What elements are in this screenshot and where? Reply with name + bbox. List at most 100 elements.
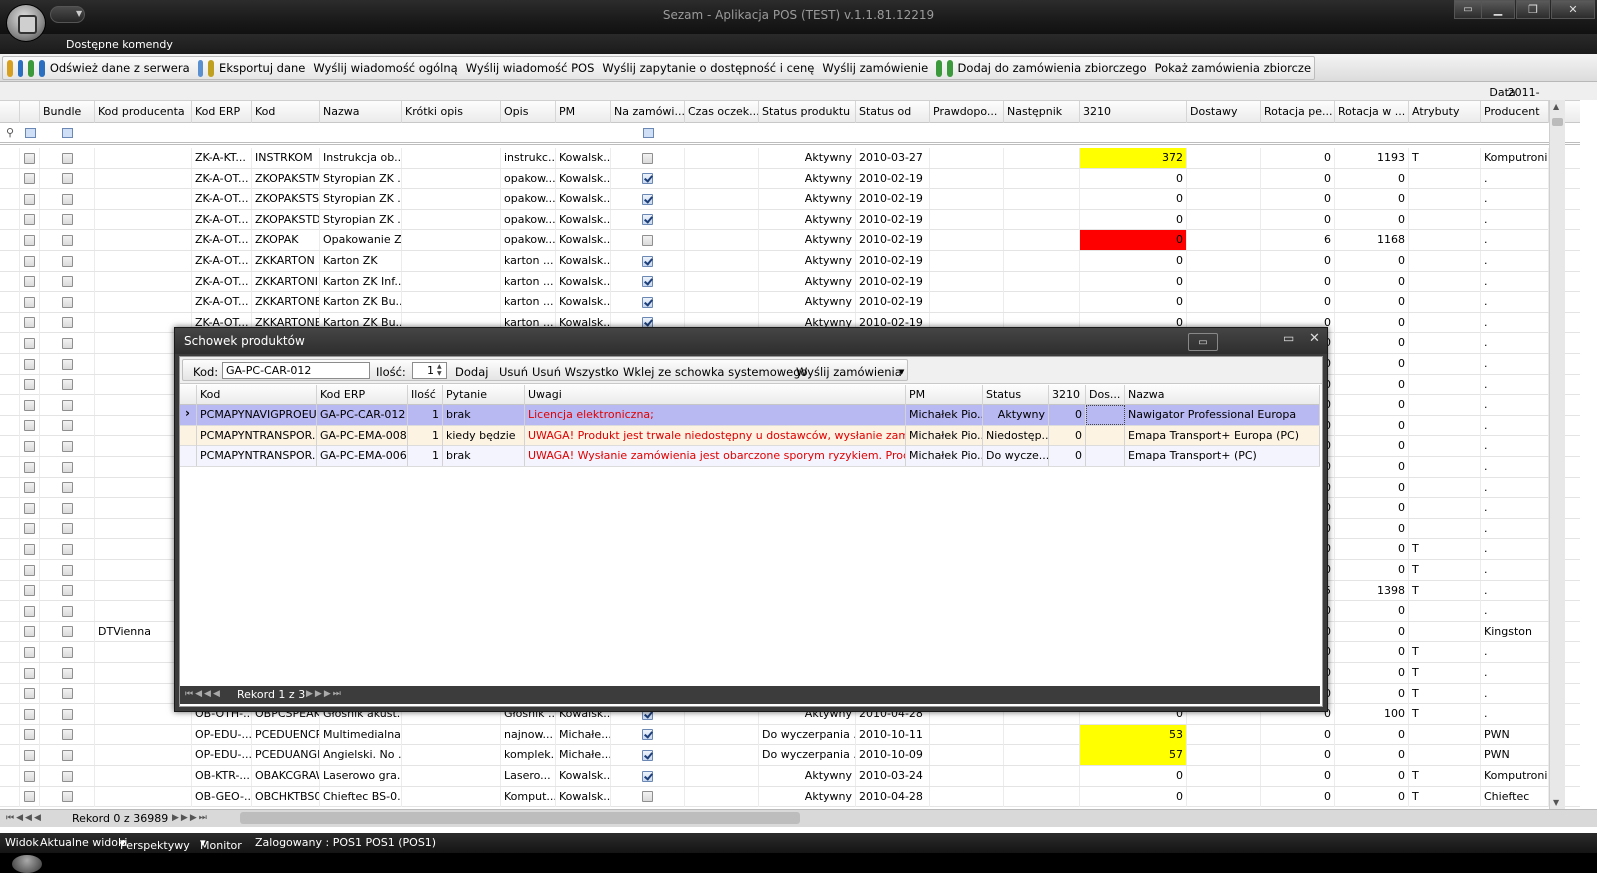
- filter-checkbox-icon[interactable]: [643, 128, 654, 138]
- checkbox[interactable]: [23, 420, 35, 432]
- grid-header-cell[interactable]: Atrybuty: [1409, 101, 1481, 123]
- clipboard-header-cell[interactable]: 3210: [1049, 385, 1086, 405]
- table-row[interactable]: OP-EDU-...PCEDUENCPWMultimedialna... najn…: [0, 724, 1580, 746]
- table-row[interactable]: ZK-A-OT... ZKOPAKSTD Styropian ZK ... opako…: [0, 209, 1580, 231]
- checkbox[interactable]: [61, 523, 73, 535]
- checkbox[interactable]: [61, 152, 73, 164]
- horizontal-scrollbar[interactable]: [240, 812, 800, 824]
- checkbox[interactable]: [23, 358, 35, 370]
- spin-icon[interactable]: ▲ ▼: [437, 363, 442, 377]
- na-zamowienie-checkbox[interactable]: [642, 152, 653, 164]
- grid-header-cell[interactable]: Kod ERP: [192, 101, 252, 123]
- grid-icon[interactable]: [208, 59, 215, 77]
- checkbox[interactable]: [23, 234, 35, 246]
- dialog-nav-first-prev-icons[interactable]: ⏮◀◀◀: [185, 689, 222, 699]
- checkbox[interactable]: [61, 276, 73, 288]
- grid-header-cell[interactable]: Rotacja w ...: [1335, 101, 1409, 123]
- wyslij-zamowienia-button[interactable]: Wyślij zamówienia: [796, 365, 902, 379]
- grid-header-cell[interactable]: PM: [556, 101, 611, 123]
- clipboard-header-cell[interactable]: Pytanie: [443, 385, 525, 405]
- grid-header-cell[interactable]: Status od: [856, 101, 930, 123]
- checkbox[interactable]: [23, 152, 35, 164]
- grid-header-cell[interactable]: Rotacja pe...: [1261, 101, 1335, 123]
- checkbox[interactable]: [23, 214, 35, 226]
- table-row[interactable]: OP-EDU-...PCEDUANGNCAngielski. No ... kom…: [0, 745, 1580, 766]
- checkbox[interactable]: [61, 214, 73, 226]
- table-row[interactable]: OB-GEO-...OBCHKTBS02BChieftec BS-0... Kom…: [0, 786, 1580, 808]
- grid-header-cell[interactable]: Nazwa: [320, 101, 402, 123]
- toolbar-button-1[interactable]: Eksportuj dane: [219, 61, 305, 75]
- checkbox[interactable]: [23, 564, 35, 576]
- grid-header-cell[interactable]: Status produktu: [759, 101, 856, 123]
- clipboard-header-cell[interactable]: Dos...: [1086, 385, 1125, 405]
- checkbox[interactable]: [61, 440, 73, 452]
- checkbox[interactable]: [23, 729, 35, 741]
- checkbox[interactable]: [61, 688, 73, 700]
- minimize-button[interactable]: ▁: [1481, 0, 1515, 19]
- na-zamowienie-checkbox[interactable]: [642, 729, 653, 741]
- layout-icon[interactable]: ▭: [1454, 0, 1482, 19]
- checkbox[interactable]: [23, 523, 35, 535]
- toolbar-button-7[interactable]: Pokaż zamówienia zbiorcze: [1155, 61, 1311, 75]
- checkbox[interactable]: [23, 646, 35, 658]
- tree-icon[interactable]: [28, 59, 35, 77]
- tab-dostepne-komendy[interactable]: Dostępne komendy: [66, 38, 173, 51]
- grid-header-cell[interactable]: [20, 101, 40, 123]
- user-icon[interactable]: [39, 59, 45, 77]
- checkbox[interactable]: [23, 688, 35, 700]
- checkbox[interactable]: [61, 564, 73, 576]
- grid-header-cell[interactable]: Prawdopo...: [930, 101, 1004, 123]
- na-zamowienie-checkbox[interactable]: [642, 791, 653, 803]
- table-row[interactable]: ZK-A-OT... ZKOPAK Opakowanie ZK opakow... Ko…: [0, 230, 1580, 251]
- na-zamowienie-checkbox[interactable]: [642, 255, 653, 267]
- toolbar-button-0[interactable]: Odśwież dane z serwera: [50, 61, 190, 75]
- checkbox[interactable]: [23, 337, 35, 349]
- status-widok[interactable]: Widok: [5, 836, 39, 849]
- checkbox[interactable]: [61, 317, 73, 329]
- checkbox[interactable]: [61, 234, 73, 246]
- checkbox[interactable]: [23, 605, 35, 617]
- clipboard-header-cell[interactable]: Kod ERP: [317, 385, 408, 405]
- checkbox[interactable]: [23, 379, 35, 391]
- toolbar-button-2[interactable]: Wyślij wiadomość ogólną: [313, 61, 457, 75]
- toolbar-button-5[interactable]: Wyślij zamówienie: [822, 61, 928, 75]
- na-zamowienie-checkbox[interactable]: [642, 770, 653, 782]
- checkbox[interactable]: [23, 399, 35, 411]
- checkbox[interactable]: [61, 543, 73, 555]
- checkbox[interactable]: [61, 791, 73, 803]
- folder-icon[interactable]: [7, 59, 13, 77]
- maximize-button[interactable]: ❐: [1516, 0, 1550, 19]
- nav-next-last-icons[interactable]: ▶▶▶⏭: [172, 813, 209, 823]
- checkbox[interactable]: [23, 276, 35, 288]
- checkbox[interactable]: [61, 667, 73, 679]
- nav-first-prev-icons[interactable]: ⏮◀◀◀: [6, 813, 43, 823]
- grid-header-cell[interactable]: Kod producenta: [95, 101, 192, 123]
- export-icon[interactable]: [197, 59, 204, 77]
- checkbox[interactable]: [23, 440, 35, 452]
- checkbox[interactable]: [23, 317, 35, 329]
- close-button[interactable]: ✕: [1551, 0, 1595, 19]
- checkbox[interactable]: [61, 296, 73, 308]
- table-row[interactable]: ZK-A-OT... ZKOPAKSTS Styropian ZK ... opako…: [0, 189, 1580, 210]
- checkbox[interactable]: [23, 749, 35, 761]
- checkbox[interactable]: [61, 605, 73, 617]
- grid-header-cell[interactable]: Kod: [252, 101, 320, 123]
- overflow-chevron-icon[interactable]: ▼: [899, 368, 904, 376]
- table-row[interactable]: ZK-A-OT... ZKOPAKSTM Styropian ZK ... opako…: [0, 168, 1580, 190]
- dodaj-button[interactable]: Dodaj: [455, 365, 488, 379]
- checkbox[interactable]: [61, 173, 73, 185]
- dialog-maximize-button[interactable]: ▭: [1283, 331, 1294, 345]
- checkbox[interactable]: [23, 461, 35, 473]
- checkbox[interactable]: [23, 626, 35, 638]
- table-row[interactable]: ZK-A-OT...ZKKARTONBUKarton ZK Bu... karto…: [0, 292, 1580, 313]
- na-zamowienie-checkbox[interactable]: [642, 749, 653, 761]
- na-zamowienie-checkbox[interactable]: [642, 276, 653, 288]
- status-monitor[interactable]: Monitor ▾: [200, 836, 242, 852]
- status-perspektywy[interactable]: Perspektywy ▾: [120, 836, 190, 852]
- grid-header-cell[interactable]: Dostawy: [1187, 101, 1261, 123]
- clipboard-header-cell[interactable]: Uwagi: [525, 385, 906, 405]
- na-zamowienie-checkbox[interactable]: [642, 234, 653, 246]
- clipboard-header-cell[interactable]: Ilość: [408, 385, 443, 405]
- clipboard-header-cell[interactable]: Nazwa: [1125, 385, 1320, 405]
- clipboard-header-cell[interactable]: Kod: [197, 385, 317, 405]
